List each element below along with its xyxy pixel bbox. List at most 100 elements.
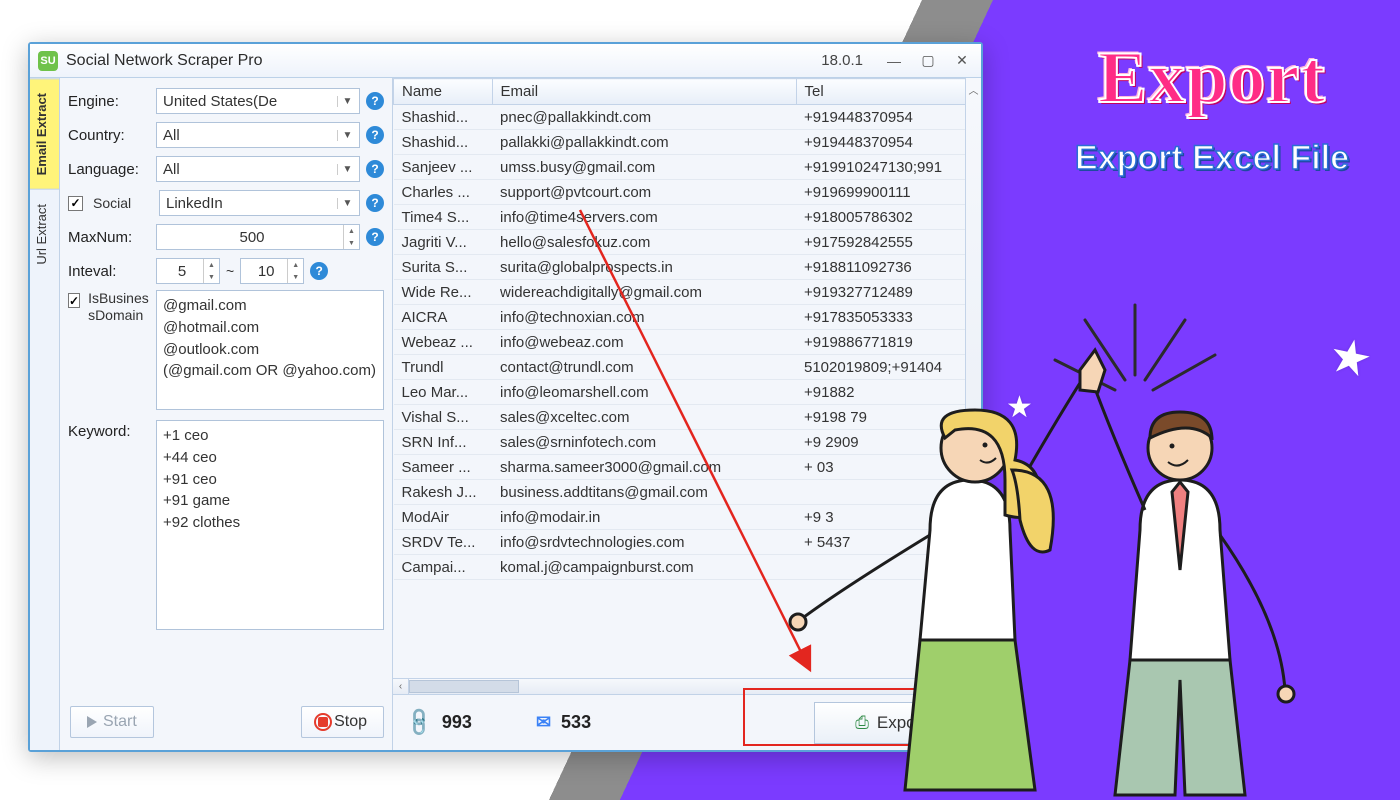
cell-email: komal.j@campaignburst.com (492, 555, 796, 580)
interval-to-input[interactable]: 10 ▲▼ (240, 258, 304, 284)
engine-label: Engine: (68, 93, 150, 110)
close-button[interactable]: ✕ (949, 52, 975, 70)
link-count: 🔗 993 (407, 710, 472, 735)
help-icon[interactable]: ? (366, 160, 384, 178)
titlebar[interactable]: SU Social Network Scraper Pro 18.0.1 — ▢… (30, 44, 981, 78)
col-tel[interactable]: Tel (796, 79, 981, 105)
email-count: ✉ 533 (536, 712, 591, 733)
cell-name: Vishal S... (394, 405, 493, 430)
cell-name: Time4 S... (394, 205, 493, 230)
chevron-down-icon: ▼ (337, 164, 353, 175)
cell-name: Shashid... (394, 105, 493, 130)
country-label: Country: (68, 127, 150, 144)
promo-subtitle: Export Excel File (1052, 139, 1372, 178)
help-icon[interactable]: ? (366, 92, 384, 110)
cell-name: SRN Inf... (394, 430, 493, 455)
cell-name: Leo Mar... (394, 380, 493, 405)
cell-tel: +919327712489 (796, 280, 981, 305)
maxnum-input[interactable]: 500 ▲▼ (156, 224, 360, 250)
table-row[interactable]: Time4 S...info@time4servers.com+91800578… (394, 205, 981, 230)
app-title: Social Network Scraper Pro (66, 52, 813, 70)
cell-name: Webeaz ... (394, 330, 493, 355)
cell-name: Surita S... (394, 255, 493, 280)
cell-email: info@technoxian.com (492, 305, 796, 330)
cell-name: Trundl (394, 355, 493, 380)
cell-email: info@leomarshell.com (492, 380, 796, 405)
table-row[interactable]: Surita S...surita@globalprospects.in+918… (394, 255, 981, 280)
scroll-left-icon[interactable]: ‹ (393, 679, 409, 694)
spinner-icon[interactable]: ▲▼ (343, 225, 359, 249)
settings-panel: Engine: United States(De ▼ ? Country: Al… (60, 78, 392, 750)
bizdomain-label: IsBusinessDomain (88, 290, 150, 324)
keyword-textarea[interactable]: +1 ceo +44 ceo +91 ceo +91 game +92 clot… (156, 420, 384, 630)
table-row[interactable]: Charles ...support@pvtcourt.com+91969990… (394, 180, 981, 205)
cell-email: surita@globalprospects.in (492, 255, 796, 280)
language-value: All (163, 161, 180, 178)
app-version: 18.0.1 (821, 52, 863, 69)
spinner-icon[interactable]: ▲▼ (287, 259, 303, 283)
country-value: All (163, 127, 180, 144)
help-icon[interactable]: ? (366, 126, 384, 144)
col-email[interactable]: Email (492, 79, 796, 105)
cell-name: Campai... (394, 555, 493, 580)
bizdomain-checkbox[interactable] (68, 293, 80, 308)
keyword-label: Keyword: (68, 420, 150, 440)
cell-name: Rakesh J... (394, 480, 493, 505)
help-icon[interactable]: ? (310, 262, 328, 280)
cell-email: pallakki@pallakkindt.com (492, 130, 796, 155)
table-row[interactable]: Shashid...pallakki@pallakkindt.com+91944… (394, 130, 981, 155)
social-select[interactable]: LinkedIn ▼ (159, 190, 360, 216)
chevron-down-icon: ▼ (337, 130, 353, 141)
cell-email: info@srdvtechnologies.com (492, 530, 796, 555)
cell-email: widereachdigitally@gmail.com (492, 280, 796, 305)
cell-email: sales@xceltec.com (492, 405, 796, 430)
play-icon (87, 716, 97, 728)
illustration-people (780, 320, 1340, 800)
interval-separator: ~ (226, 263, 234, 279)
cell-name: Sameer ... (394, 455, 493, 480)
cell-email: business.addtitans@gmail.com (492, 480, 796, 505)
cell-tel: +919699900111 (796, 180, 981, 205)
table-row[interactable]: Shashid...pnec@pallakkindt.com+919448370… (394, 105, 981, 130)
scroll-thumb[interactable] (409, 680, 519, 693)
cell-name: Jagriti V... (394, 230, 493, 255)
cell-name: ModAir (394, 505, 493, 530)
cell-email: contact@trundl.com (492, 355, 796, 380)
bizdomain-textarea[interactable]: @gmail.com @hotmail.com @outlook.com (@g… (156, 290, 384, 410)
engine-value: United States(De (163, 93, 277, 110)
minimize-button[interactable]: — (881, 52, 907, 70)
cell-email: hello@salesfokuz.com (492, 230, 796, 255)
help-icon[interactable]: ? (366, 228, 384, 246)
promo-title: Export (1052, 36, 1372, 121)
link-icon: 🔗 (402, 705, 437, 740)
cell-email: sales@srninfotech.com (492, 430, 796, 455)
app-icon: SU (38, 51, 58, 71)
spinner-icon[interactable]: ▲▼ (203, 259, 219, 283)
engine-select[interactable]: United States(De ▼ (156, 88, 360, 114)
cell-name: Wide Re... (394, 280, 493, 305)
cell-tel: +919910247130;991 (796, 155, 981, 180)
mail-icon: ✉ (536, 712, 551, 733)
cell-email: sharma.sameer3000@gmail.com (492, 455, 796, 480)
cell-email: umss.busy@gmail.com (492, 155, 796, 180)
tab-email-extract[interactable]: Email Extract (30, 78, 59, 189)
table-row[interactable]: Sanjeev ...umss.busy@gmail.com+919910247… (394, 155, 981, 180)
social-checkbox[interactable] (68, 196, 83, 211)
language-select[interactable]: All ▼ (156, 156, 360, 182)
start-button[interactable]: Start (70, 706, 154, 738)
maximize-button[interactable]: ▢ (915, 52, 941, 70)
cell-email: info@modair.in (492, 505, 796, 530)
cell-email: info@time4servers.com (492, 205, 796, 230)
tab-url-extract[interactable]: Url Extract (30, 189, 59, 279)
cell-tel: +918811092736 (796, 255, 981, 280)
cell-name: Shashid... (394, 130, 493, 155)
table-row[interactable]: Wide Re...widereachdigitally@gmail.com+9… (394, 280, 981, 305)
side-tabs: Email Extract Url Extract (30, 78, 60, 750)
country-select[interactable]: All ▼ (156, 122, 360, 148)
col-name[interactable]: Name (394, 79, 493, 105)
stop-icon (318, 717, 328, 727)
table-row[interactable]: Jagriti V...hello@salesfokuz.com+9175928… (394, 230, 981, 255)
stop-button[interactable]: Stop (301, 706, 384, 738)
help-icon[interactable]: ? (366, 194, 384, 212)
interval-from-input[interactable]: 5 ▲▼ (156, 258, 220, 284)
